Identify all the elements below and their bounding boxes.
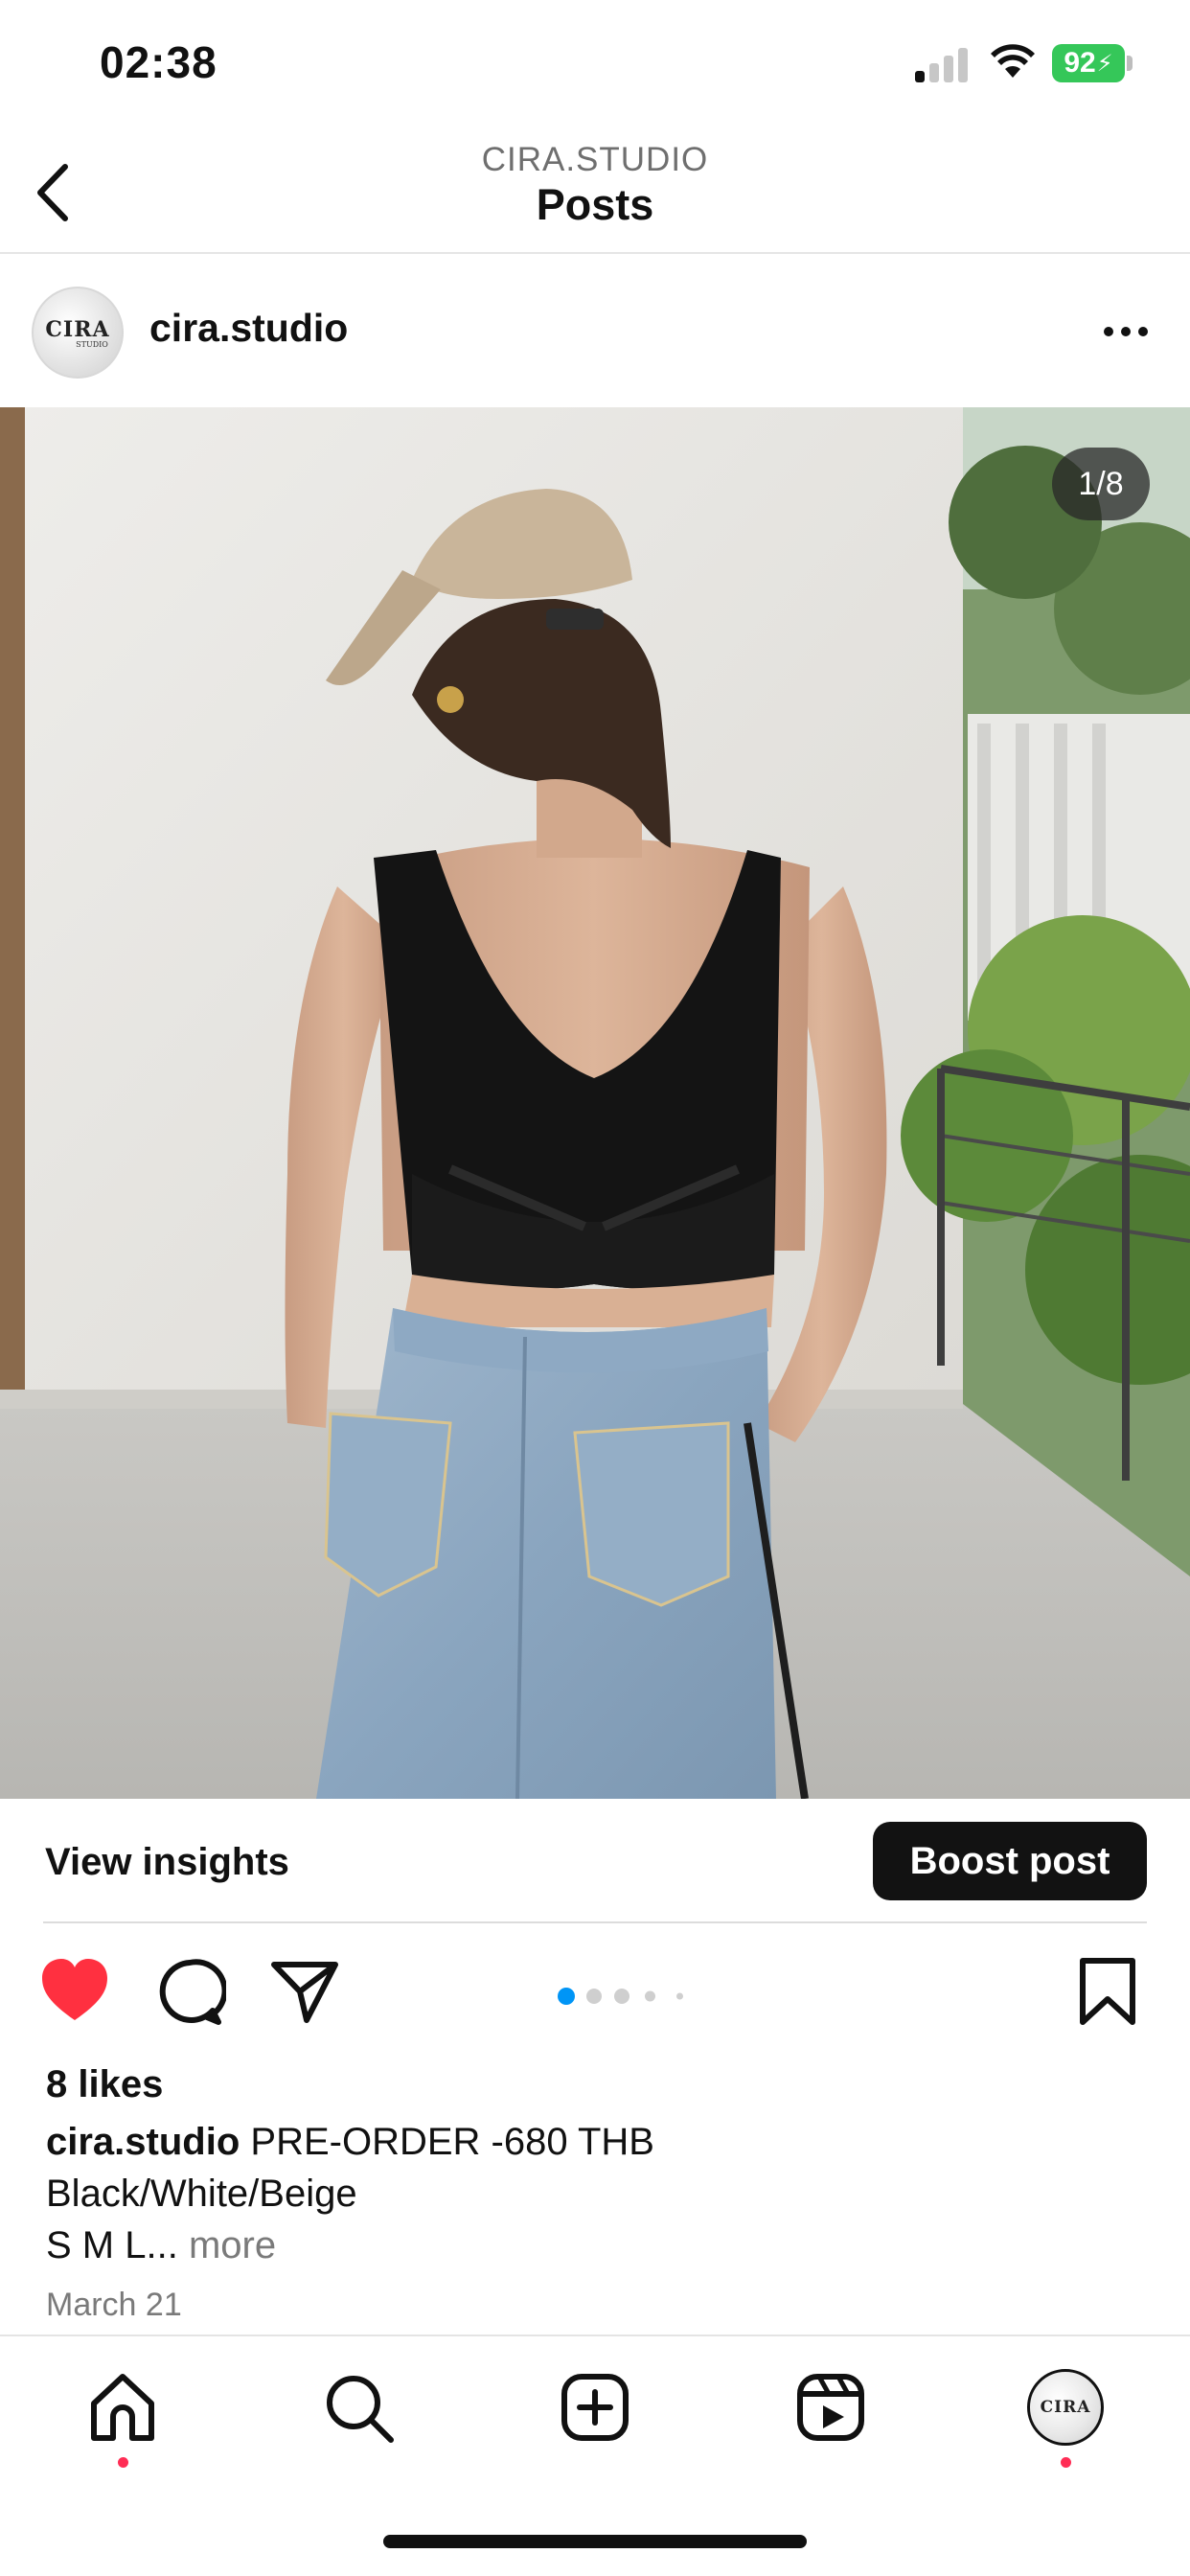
battery-icon: 92 ⚡ <box>1052 44 1125 82</box>
carousel-dots <box>558 1987 701 2006</box>
post-image <box>0 407 1190 1799</box>
post-actions <box>0 1955 1190 2032</box>
profile-tab-avatar[interactable]: CIRA <box>1027 2369 1104 2446</box>
status-time: 02:38 <box>100 37 217 87</box>
view-insights-link[interactable]: View insights <box>45 1841 289 1884</box>
post-username[interactable]: cira.studio <box>149 306 348 351</box>
avatar[interactable]: CIRA STUDIO <box>32 287 124 379</box>
home-indicator <box>383 2535 807 2548</box>
avatar-logo-text: CIRA <box>45 316 110 342</box>
search-icon[interactable] <box>320 2369 397 2446</box>
post-date: March 21 <box>46 2287 182 2323</box>
caption-line-3: S M L... <box>46 2224 178 2266</box>
page-title: Posts <box>536 180 654 229</box>
caption-line-1: PRE-ORDER -680 THB <box>250 2121 654 2163</box>
insights-bar: View insights Boost post <box>43 1799 1147 1923</box>
likes-count[interactable]: 8 likes <box>46 2063 163 2106</box>
post-photo[interactable]: 1/8 <box>0 407 1190 1799</box>
heart-icon[interactable] <box>38 1955 111 2028</box>
battery-level: 92 <box>1064 47 1096 79</box>
status-bar: 02:38 92 ⚡ <box>0 0 1190 125</box>
home-notification-dot <box>118 2457 128 2468</box>
paper-plane-icon[interactable] <box>268 1955 341 2028</box>
posts-header: CIRA.STUDIO Posts <box>0 125 1190 254</box>
more-horizontal-icon[interactable] <box>1102 325 1150 338</box>
caption-username[interactable]: cira.studio <box>46 2121 240 2163</box>
battery-cap <box>1127 56 1133 71</box>
comment-bubble-icon[interactable] <box>153 1955 226 2028</box>
profile-avatar-logo-text: CIRA <box>1040 2398 1091 2417</box>
profile-notification-dot <box>1061 2457 1071 2468</box>
caption-line-2: Black/White/Beige <box>46 2173 357 2215</box>
avatar-logo-subtext: STUDIO <box>76 339 108 349</box>
reels-icon[interactable] <box>792 2369 869 2446</box>
carousel-page-badge: 1/8 <box>1052 448 1150 520</box>
cellular-signal-icon <box>915 46 969 82</box>
caption-more-link[interactable]: more <box>189 2224 276 2266</box>
boost-post-button[interactable]: Boost post <box>873 1822 1147 1900</box>
create-post-icon[interactable] <box>557 2369 633 2446</box>
post-header: CIRA STUDIO cira.studio <box>0 256 1190 407</box>
header-account-name: CIRA.STUDIO <box>481 141 709 178</box>
bookmark-icon[interactable] <box>1071 1955 1144 2028</box>
post-caption: cira.studio PRE-ORDER -680 THB Black/Whi… <box>46 2116 1148 2271</box>
wifi-icon <box>991 44 1035 78</box>
home-icon[interactable] <box>84 2369 161 2446</box>
